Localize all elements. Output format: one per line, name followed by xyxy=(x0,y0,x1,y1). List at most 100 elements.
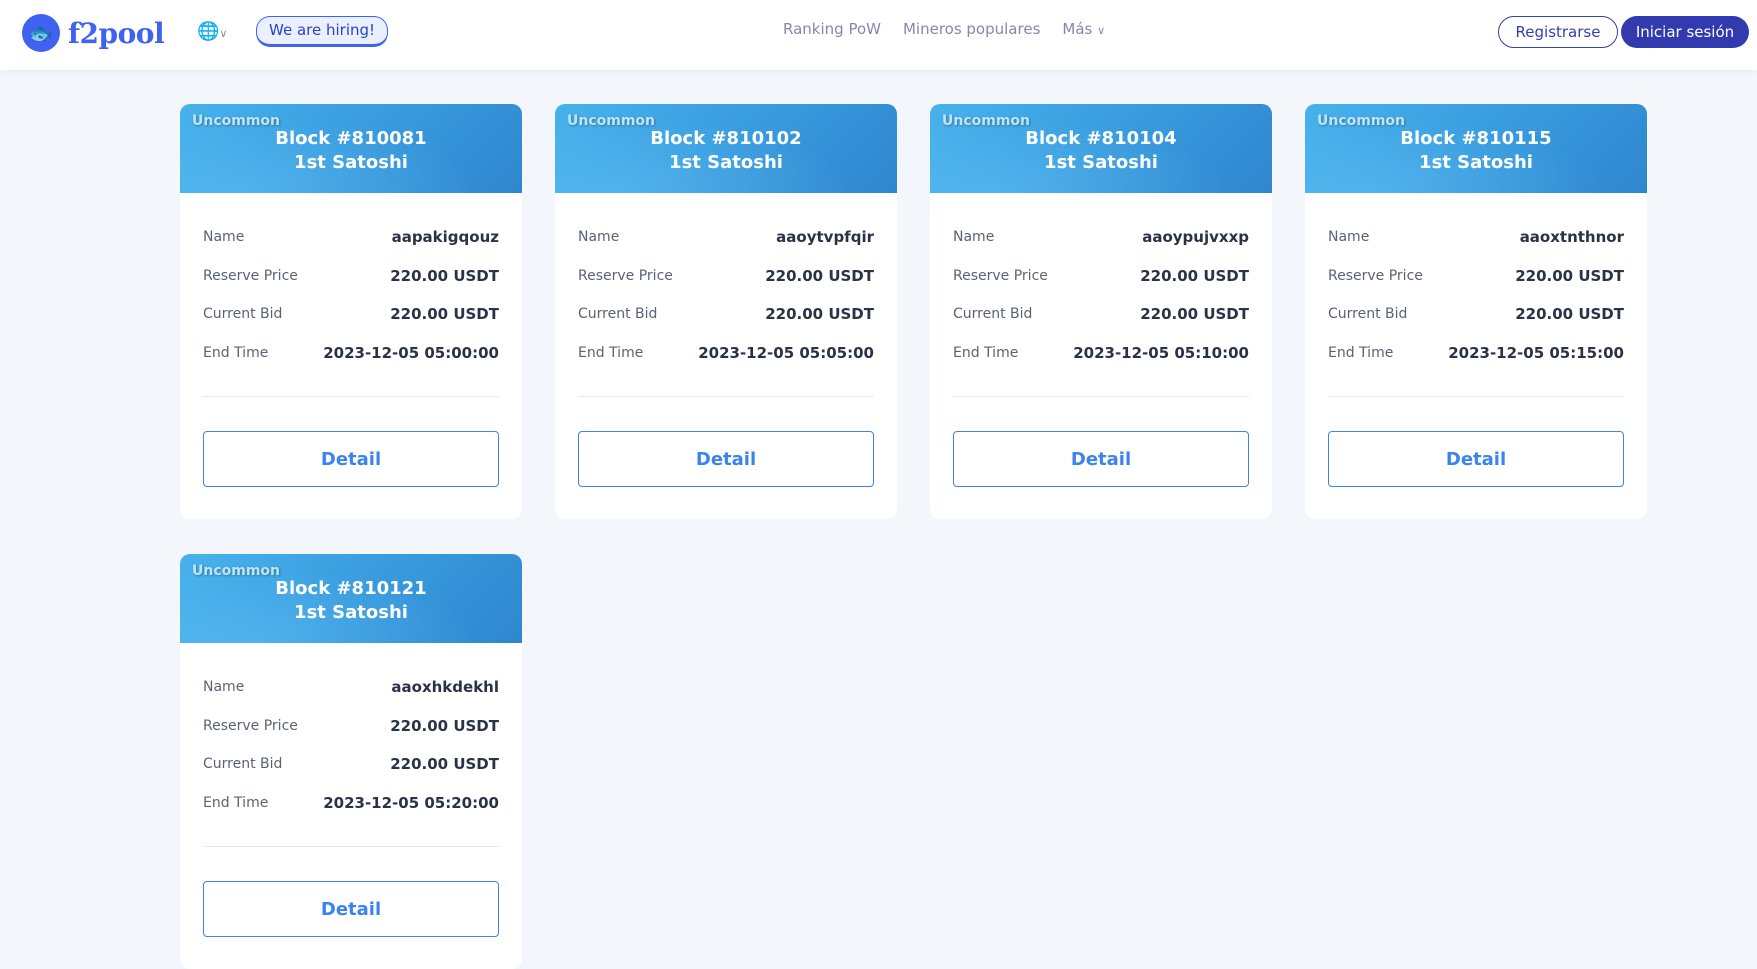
chevron-down-icon: ∨ xyxy=(1097,24,1106,37)
block-number: Block #810104 xyxy=(1025,128,1177,149)
name-label: Name xyxy=(1328,229,1370,246)
auction-card: Uncommon Block #810102 1st Satoshi Name aa… xyxy=(555,104,897,519)
name-value: aaoxtnthnor xyxy=(1519,228,1624,247)
end-value: 2023-12-05 05:10:00 xyxy=(1073,343,1249,362)
block-title: Block #810104 1st Satoshi xyxy=(930,127,1272,175)
auction-card: Uncommon Block #810121 1st Satoshi Name aa… xyxy=(180,554,522,969)
bid-value: 220.00 USDT xyxy=(1515,305,1624,324)
detail-button[interactable]: Detail xyxy=(578,431,874,487)
block-number: Block #810115 xyxy=(1400,128,1552,149)
reserve-label: Reserve Price xyxy=(203,267,298,284)
name-value: aaoxhkdekhl xyxy=(391,678,499,697)
satoshi-label: 1st Satoshi xyxy=(294,602,408,623)
name-label: Name xyxy=(953,229,995,246)
detail-button[interactable]: Detail xyxy=(203,881,499,937)
bid-label: Current Bid xyxy=(203,756,283,773)
info-row-name: Name aaoxhkdekhl xyxy=(203,668,499,707)
login-button[interactable]: Iniciar sesión xyxy=(1621,16,1749,48)
info-row-bid: Current Bid 220.00 USDT xyxy=(1328,295,1624,334)
divider xyxy=(203,396,499,397)
info-row-reserve: Reserve Price 220.00 USDT xyxy=(953,257,1249,296)
end-label: End Time xyxy=(203,344,269,361)
satoshi-label: 1st Satoshi xyxy=(669,152,783,173)
divider xyxy=(578,396,874,397)
info-row-name: Name aapakigqouz xyxy=(203,218,499,257)
name-label: Name xyxy=(203,229,245,246)
info-row-reserve: Reserve Price 220.00 USDT xyxy=(203,257,499,296)
card-banner: Uncommon Block #810115 1st Satoshi xyxy=(1305,104,1647,193)
info-row-end: End Time 2023-12-05 05:10:00 xyxy=(953,334,1249,373)
nav-mineros-populares[interactable]: Mineros populares xyxy=(903,20,1040,38)
block-title: Block #810102 1st Satoshi xyxy=(555,127,897,175)
f2pool-logo[interactable]: 🐟 f2pool xyxy=(22,14,165,52)
block-title: Block #810115 1st Satoshi xyxy=(1305,127,1647,175)
info-row-reserve: Reserve Price 220.00 USDT xyxy=(578,257,874,296)
name-label: Name xyxy=(203,679,245,696)
bid-value: 220.00 USDT xyxy=(1140,305,1249,324)
name-value: aaoypujvxxp xyxy=(1142,228,1249,247)
card-banner: Uncommon Block #810121 1st Satoshi xyxy=(180,554,522,643)
end-value: 2023-12-05 05:20:00 xyxy=(323,793,499,812)
reserve-value: 220.00 USDT xyxy=(765,266,874,285)
block-number: Block #810102 xyxy=(650,128,802,149)
card-banner: Uncommon Block #810104 1st Satoshi xyxy=(930,104,1272,193)
detail-button[interactable]: Detail xyxy=(953,431,1249,487)
card-banner: Uncommon Block #810081 1st Satoshi xyxy=(180,104,522,193)
divider xyxy=(203,846,499,847)
name-value: aaoytvpfqir xyxy=(776,228,874,247)
info-row-bid: Current Bid 220.00 USDT xyxy=(953,295,1249,334)
end-value: 2023-12-05 05:00:00 xyxy=(323,343,499,362)
end-value: 2023-12-05 05:15:00 xyxy=(1448,343,1624,362)
reserve-label: Reserve Price xyxy=(578,267,673,284)
nav-mas-label: Más xyxy=(1062,20,1093,38)
reserve-value: 220.00 USDT xyxy=(390,266,499,285)
nav-ranking-pow[interactable]: Ranking PoW xyxy=(783,20,881,38)
reserve-label: Reserve Price xyxy=(1328,267,1423,284)
satoshi-label: 1st Satoshi xyxy=(1044,152,1158,173)
end-label: End Time xyxy=(203,794,269,811)
main-nav: Ranking PoW Mineros populares Más ∨ xyxy=(783,20,1105,38)
globe-icon: 🌐 xyxy=(197,21,220,42)
chevron-down-icon: ∨ xyxy=(219,27,228,40)
bid-label: Current Bid xyxy=(578,306,658,323)
detail-button[interactable]: Detail xyxy=(1328,431,1624,487)
name-label: Name xyxy=(578,229,620,246)
reserve-label: Reserve Price xyxy=(953,267,1048,284)
block-title: Block #810121 1st Satoshi xyxy=(180,577,522,625)
satoshi-label: 1st Satoshi xyxy=(294,152,408,173)
detail-button[interactable]: Detail xyxy=(203,431,499,487)
end-label: End Time xyxy=(1328,344,1394,361)
hiring-button[interactable]: We are hiring! xyxy=(256,16,389,47)
reserve-value: 220.00 USDT xyxy=(390,716,499,735)
info-row-end: End Time 2023-12-05 05:20:00 xyxy=(203,784,499,823)
auction-card: Uncommon Block #810104 1st Satoshi Name aa… xyxy=(930,104,1272,519)
language-selector[interactable]: 🌐∨ xyxy=(197,21,227,42)
bid-value: 220.00 USDT xyxy=(765,305,874,324)
end-label: End Time xyxy=(953,344,1019,361)
auction-card: Uncommon Block #810115 1st Satoshi Name aa… xyxy=(1305,104,1647,519)
bid-label: Current Bid xyxy=(953,306,1033,323)
fish-logo-icon: 🐟 xyxy=(22,14,60,52)
reserve-value: 220.00 USDT xyxy=(1140,266,1249,285)
bid-label: Current Bid xyxy=(1328,306,1408,323)
block-number: Block #810081 xyxy=(275,128,427,149)
reserve-value: 220.00 USDT xyxy=(1515,266,1624,285)
info-row-reserve: Reserve Price 220.00 USDT xyxy=(1328,257,1624,296)
bid-value: 220.00 USDT xyxy=(390,755,499,774)
name-value: aapakigqouz xyxy=(391,228,499,247)
auction-card: Uncommon Block #810081 1st Satoshi Name aa… xyxy=(180,104,522,519)
nav-mas[interactable]: Más ∨ xyxy=(1062,20,1105,38)
register-button[interactable]: Registrarse xyxy=(1498,16,1618,48)
top-header: 🐟 f2pool 🌐∨ We are hiring! Ranking PoW M… xyxy=(0,0,1757,70)
end-label: End Time xyxy=(578,344,644,361)
info-row-name: Name aaoypujvxxp xyxy=(953,218,1249,257)
card-banner: Uncommon Block #810102 1st Satoshi xyxy=(555,104,897,193)
divider xyxy=(1328,396,1624,397)
info-row-end: End Time 2023-12-05 05:15:00 xyxy=(1328,334,1624,373)
info-row-name: Name aaoytvpfqir xyxy=(578,218,874,257)
end-value: 2023-12-05 05:05:00 xyxy=(698,343,874,362)
info-row-bid: Current Bid 220.00 USDT xyxy=(578,295,874,334)
bid-label: Current Bid xyxy=(203,306,283,323)
block-title: Block #810081 1st Satoshi xyxy=(180,127,522,175)
info-row-bid: Current Bid 220.00 USDT xyxy=(203,295,499,334)
